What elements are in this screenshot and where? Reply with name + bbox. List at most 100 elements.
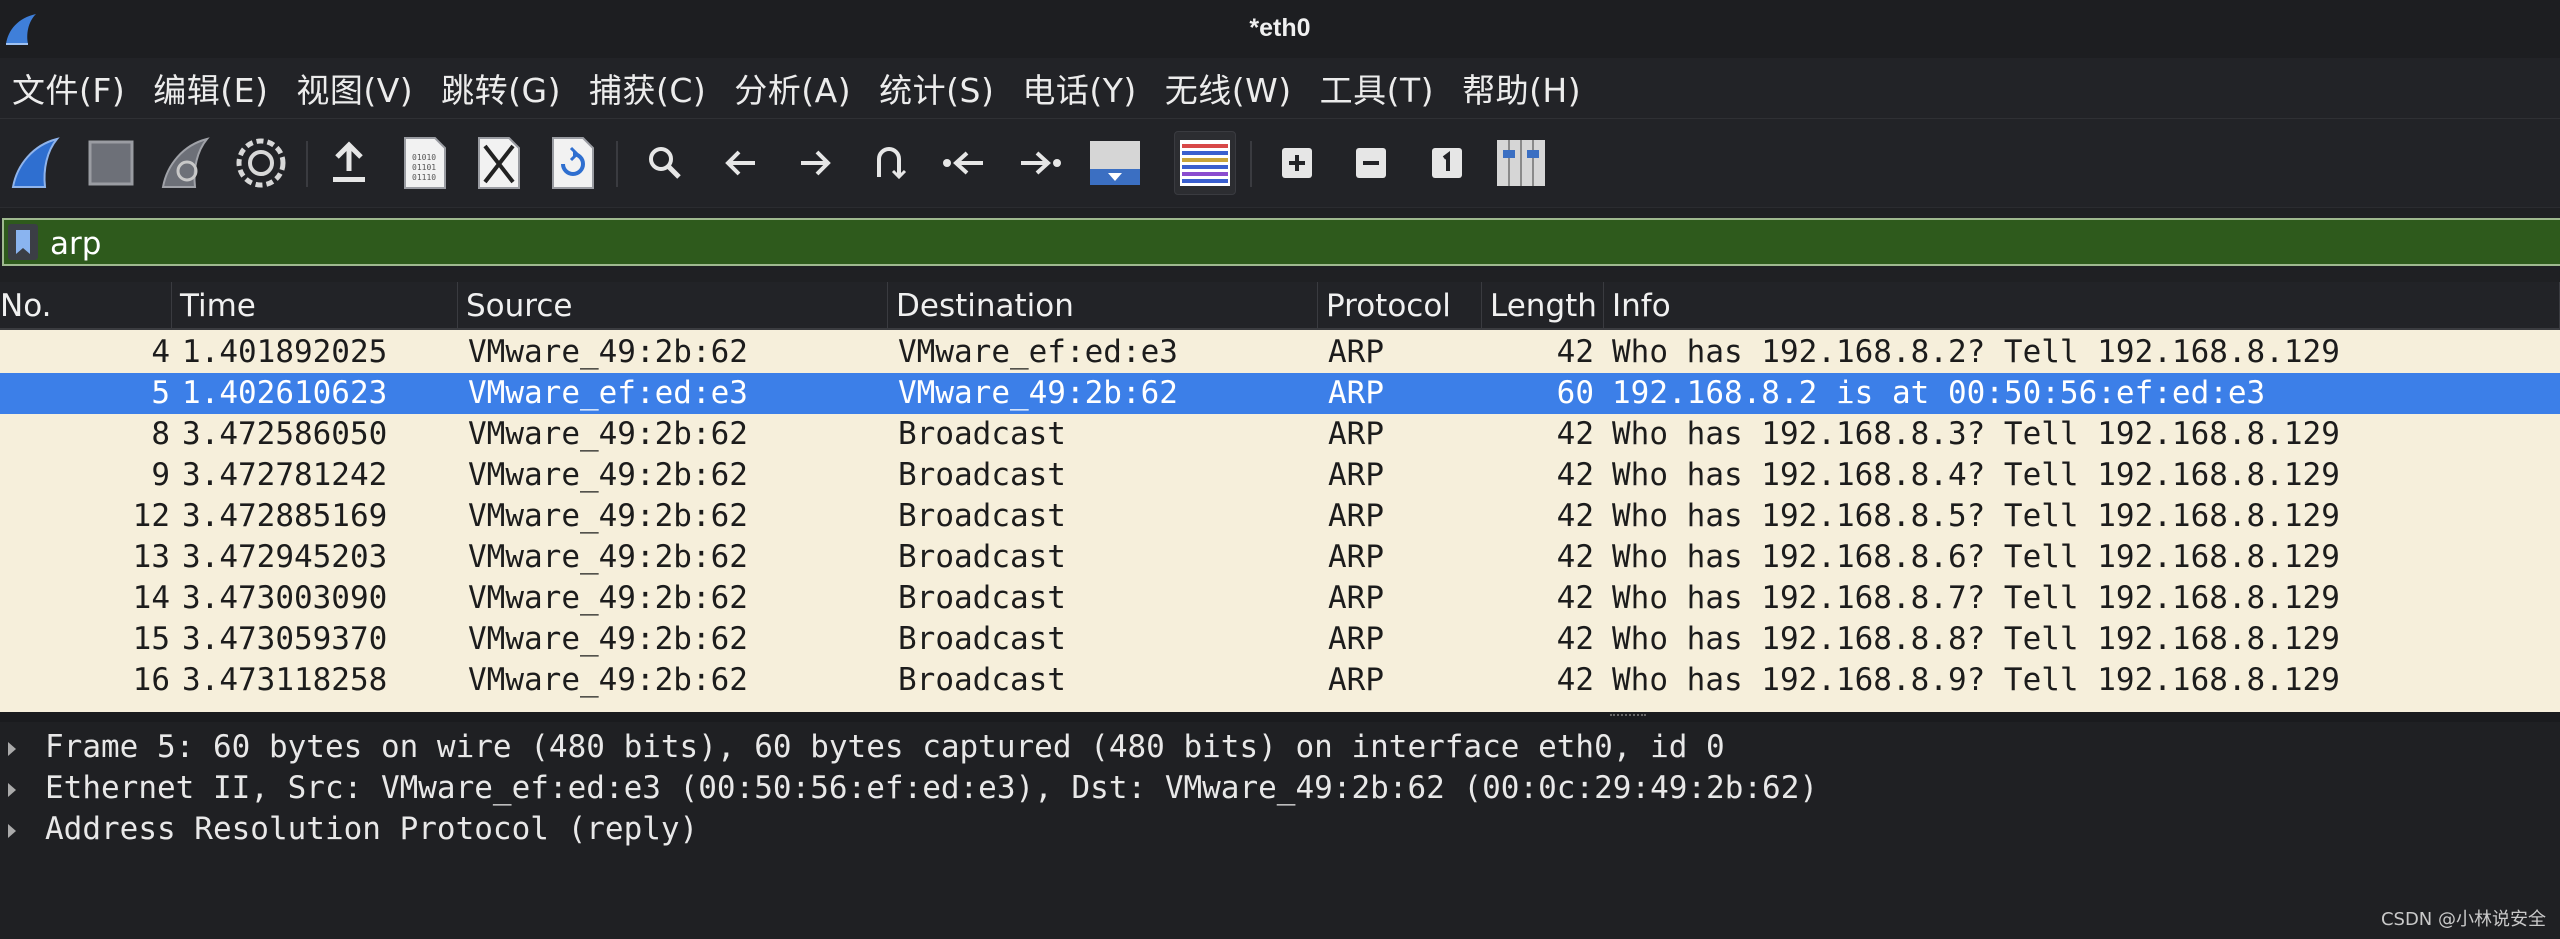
svg-text:01101: 01101 [412,163,436,172]
column-header-source[interactable]: Source [458,282,888,330]
packet-source: VMware_49:2b:62 [468,662,748,698]
stop-capture-button[interactable] [80,131,142,195]
menu-item-9[interactable]: 工具(T) [1306,64,1448,112]
open-file-icon [333,141,365,182]
close-file-button[interactable] [468,131,530,195]
normal-size-button[interactable] [1416,131,1478,195]
menu-item-2[interactable]: 视图(V) [282,64,427,112]
expand-arrow-icon[interactable] [8,824,16,838]
packet-row[interactable]: 8 3.472586050 VMware_49:2b:62 Broadcast ARP 4… [0,414,2560,455]
column-header-info[interactable]: Info [1604,282,2560,330]
packet-info: Who has 192.168.8.8? Tell 192.168.8.129 [1612,621,2340,657]
resize-columns-button[interactable] [1490,131,1552,195]
packet-destination: Broadcast [898,457,1066,493]
packet-protocol: ARP [1328,416,1384,452]
find-packet-button[interactable] [634,131,696,195]
packet-info: Who has 192.168.8.5? Tell 192.168.8.129 [1612,498,2340,534]
packet-length: 42 [1556,457,1594,493]
start-capture-button[interactable] [4,131,66,195]
window-title: *eth0 [1249,14,1311,42]
column-header-no[interactable]: No. [0,282,172,330]
packet-time: 3.473059370 [182,621,388,657]
auto-scroll-button[interactable] [1084,131,1146,195]
packet-row[interactable]: 5 1.402610623 VMware_ef:ed:e3 VMware_49:2b:… [0,373,2560,414]
shark-fin-start-icon [11,137,60,188]
packet-time: 1.401892025 [182,334,388,370]
splitter-grip[interactable] [1610,714,1646,718]
packet-length: 42 [1556,580,1594,616]
display-filter-input[interactable]: arp [50,226,101,262]
packet-info: Who has 192.168.8.3? Tell 192.168.8.129 [1612,416,2340,452]
zoom-in-button[interactable] [1266,131,1328,195]
packet-time: 3.472781242 [182,457,388,493]
zoom-out-button[interactable] [1340,131,1402,195]
packet-list: No. Time Source Destination Protocol Length In… [0,282,2560,712]
menu-item-4[interactable]: 捕获(C) [575,64,720,112]
detail-tree-label: Frame 5: 60 bytes on wire (480 bits), 60… [45,729,1725,765]
restart-capture-button[interactable] [154,131,216,195]
zoom-out-icon [1356,148,1386,178]
menu-item-8[interactable]: 无线(W) [1151,64,1306,112]
go-to-packet-button[interactable] [858,131,920,195]
resize-columns-icon [1497,140,1545,186]
save-file-icon: 01010 01101 01110 [404,137,446,189]
column-header-destination[interactable]: Destination [888,282,1318,330]
capture-options-button[interactable] [230,131,292,195]
watermark: CSDN @小林说安全 [2380,909,2546,930]
packet-row[interactable]: 12 3.472885169 VMware_49:2b:62 Broadcast ARP… [0,496,2560,537]
menu-item-10[interactable]: 帮助(H) [1448,64,1595,112]
first-packet-icon [943,151,983,175]
menu-item-6[interactable]: 统计(S) [865,64,1008,112]
toolbar-separator [616,141,618,187]
close-file-icon [478,137,520,189]
column-header-time[interactable]: Time [172,282,458,330]
packet-row[interactable]: 15 3.473059370 VMware_49:2b:62 Broadcast ARP… [0,619,2560,660]
expand-arrow-icon[interactable] [8,742,16,756]
restart-capture-icon [161,137,210,188]
menu-item-5[interactable]: 分析(A) [720,64,865,112]
packet-destination: Broadcast [898,539,1066,575]
colorize-button[interactable] [1174,131,1236,195]
first-packet-button[interactable] [934,131,996,195]
menu-item-7[interactable]: 电话(Y) [1008,64,1150,112]
reload-file-button[interactable] [542,131,604,195]
packet-protocol: ARP [1328,375,1384,411]
last-packet-button[interactable] [1008,131,1070,195]
menu-item-0[interactable]: 文件(F) [0,64,139,112]
zoom-in-icon [1282,148,1312,178]
go-to-packet-icon [877,147,907,180]
menu-item-1[interactable]: 编辑(E) [139,64,282,112]
packet-protocol: ARP [1328,621,1384,657]
packet-time: 3.472586050 [182,416,388,452]
packet-info: Who has 192.168.8.4? Tell 192.168.8.129 [1612,457,2340,493]
menu-item-3[interactable]: 跳转(G) [427,64,575,112]
go-back-icon [725,150,755,176]
packet-row[interactable]: 4 1.401892025 VMware_49:2b:62 VMware_ef:ed:… [0,332,2560,373]
packet-source: VMware_49:2b:62 [468,416,748,452]
packet-length: 42 [1556,662,1594,698]
expand-arrow-icon[interactable] [8,783,16,797]
go-back-button[interactable] [710,131,772,195]
filter-bookmark-button[interactable] [8,224,38,260]
open-file-button[interactable] [318,131,380,195]
packet-time: 3.472885169 [182,498,388,534]
packet-row[interactable]: 16 3.473118258 VMware_49:2b:62 Broadcast ARP… [0,660,2560,701]
packet-row[interactable]: 9 3.472781242 VMware_49:2b:62 Broadcast ARP 4… [0,455,2560,496]
packet-destination: VMware_ef:ed:e3 [898,334,1178,370]
packet-time: 3.473003090 [182,580,388,616]
pane-splitter[interactable] [0,712,2560,722]
toolbar-separator [1250,141,1252,187]
column-header-length[interactable]: Length [1482,282,1604,330]
display-filter-box: arp [2,218,2560,266]
normal-size-icon [1432,148,1462,178]
packet-destination: Broadcast [898,416,1066,452]
column-header-protocol[interactable]: Protocol [1318,282,1482,330]
packet-protocol: ARP [1328,662,1384,698]
save-file-button[interactable]: 01010 01101 01110 [394,131,456,195]
detail-tree-label: Ethernet II, Src: VMware_ef:ed:e3 (00:50… [45,770,1819,806]
packet-info: Who has 192.168.8.2? Tell 192.168.8.129 [1612,334,2340,370]
packet-row[interactable]: 14 3.473003090 VMware_49:2b:62 Broadcast ARP… [0,578,2560,619]
go-forward-button[interactable] [784,131,846,195]
packet-protocol: ARP [1328,498,1384,534]
packet-row[interactable]: 13 3.472945203 VMware_49:2b:62 Broadcast ARP… [0,537,2560,578]
